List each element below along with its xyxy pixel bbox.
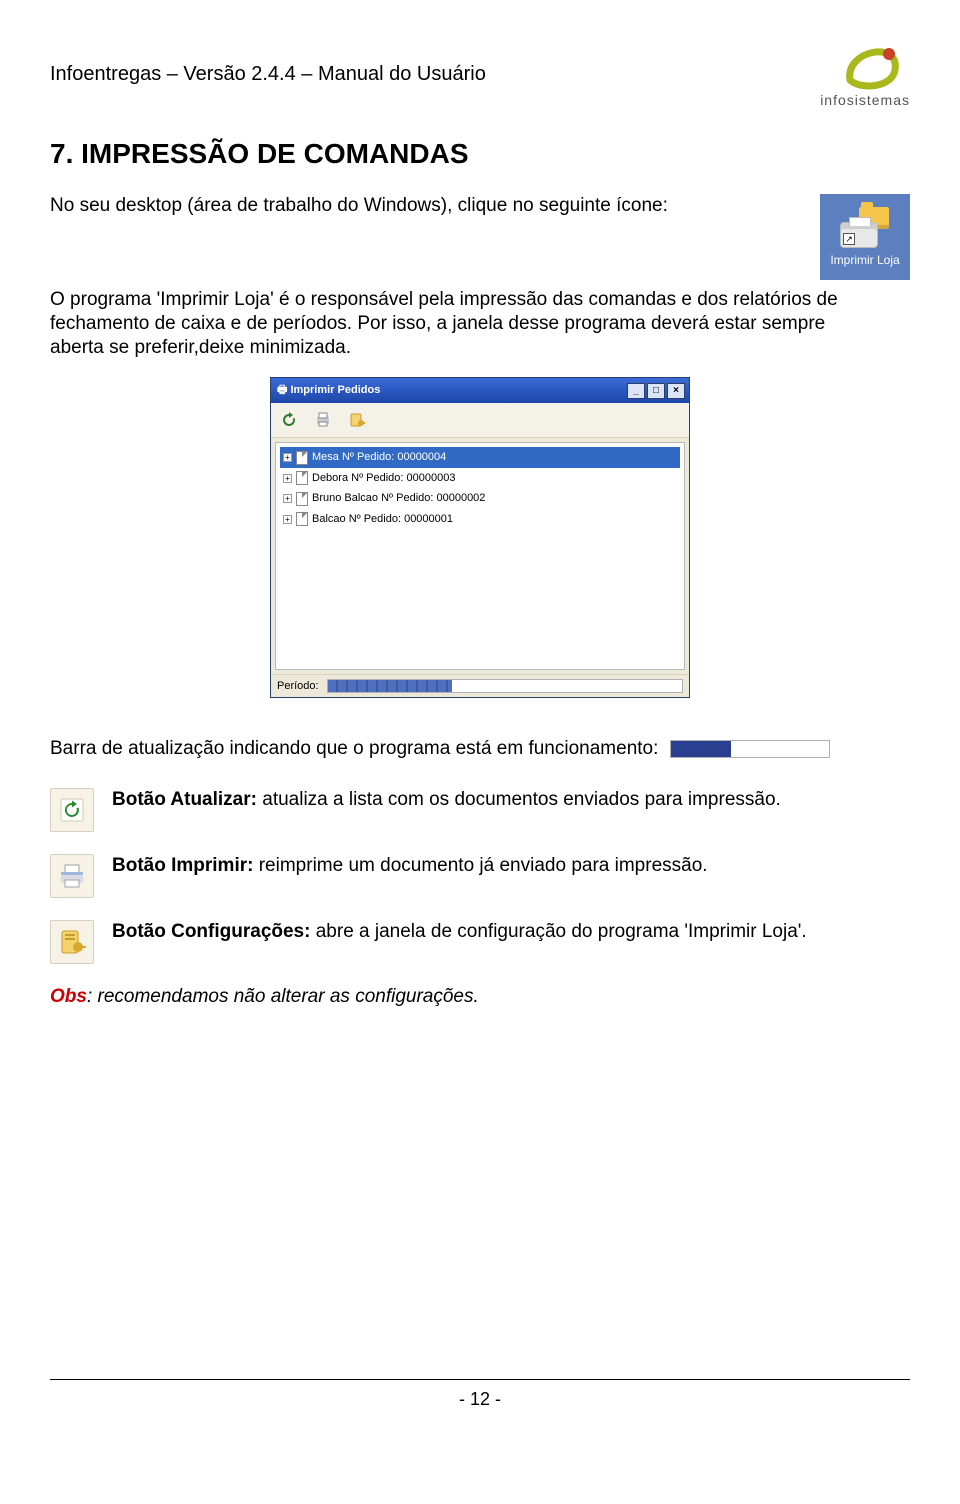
brand-name: infosistemas	[820, 92, 910, 108]
expand-icon[interactable]: +	[283, 453, 292, 462]
toolbar-print-button[interactable]	[311, 408, 335, 432]
document-icon	[296, 451, 308, 465]
obs-note: Obs: recomendamos não alterar as configu…	[50, 986, 910, 1008]
orders-tree[interactable]: + Mesa Nº Pedido: 00000004 + Debora Nº P…	[275, 442, 685, 670]
tree-item[interactable]: + Debora Nº Pedido: 00000003	[280, 468, 680, 489]
maximize-button[interactable]: □	[647, 383, 665, 399]
tree-item[interactable]: + Balcao Nº Pedido: 00000001	[280, 509, 680, 530]
page-number: - 12 -	[0, 1389, 960, 1410]
desktop-shortcut-imprimir-loja[interactable]: ↗ Imprimir Loja	[820, 194, 910, 280]
progress-caption: Barra de atualização indicando que o pro…	[50, 738, 658, 760]
print-description: Botão Imprimir: reimprime um documento j…	[112, 854, 708, 879]
settings-icon	[50, 920, 94, 964]
window-toolbar	[271, 403, 689, 438]
shortcut-overlay-icon: ↗	[843, 233, 855, 245]
window-statusbar: Período:	[271, 674, 689, 697]
progress-sample	[670, 740, 830, 758]
intro-p1: No seu desktop (área de trabalho do Wind…	[50, 194, 800, 218]
brand-logo: infosistemas	[820, 40, 910, 108]
minimize-button[interactable]: _	[627, 383, 645, 399]
close-button[interactable]: ×	[667, 383, 685, 399]
refresh-icon	[50, 788, 94, 832]
desktop-shortcut-label: Imprimir Loja	[830, 253, 899, 267]
expand-icon[interactable]: +	[283, 515, 292, 524]
toolbar-refresh-button[interactable]	[277, 408, 301, 432]
doc-title: Infoentregas – Versão 2.4.4 – Manual do …	[50, 63, 486, 86]
settings-description: Botão Configurações: abre a janela de co…	[112, 920, 807, 945]
tree-item[interactable]: + Mesa Nº Pedido: 00000004	[280, 447, 680, 468]
section-heading: 7. IMPRESSÃO DE COMANDAS	[50, 138, 910, 170]
document-icon	[296, 492, 308, 506]
toolbar-settings-button[interactable]	[345, 408, 369, 432]
intro-p2: O programa 'Imprimir Loja' é o responsáv…	[50, 288, 840, 359]
window-titlebar: 🖶 Imprimir Pedidos _ □ ×	[271, 378, 689, 403]
printer-icon	[50, 854, 94, 898]
imprimir-pedidos-window: 🖶 Imprimir Pedidos _ □ × + Mesa Nº Pedid	[270, 377, 690, 698]
tree-item[interactable]: + Bruno Balcao Nº Pedido: 00000002	[280, 488, 680, 509]
document-icon	[296, 512, 308, 526]
page-header: Infoentregas – Versão 2.4.4 – Manual do …	[50, 40, 910, 108]
refresh-description: Botão Atualizar: atualiza a lista com os…	[112, 788, 781, 813]
document-icon	[296, 471, 308, 485]
window-title: 🖶 Imprimir Pedidos	[277, 381, 380, 400]
footer-divider	[50, 1379, 910, 1380]
status-progress	[327, 679, 683, 693]
status-label: Período:	[277, 680, 319, 692]
expand-icon[interactable]: +	[283, 494, 292, 503]
expand-icon[interactable]: +	[283, 474, 292, 483]
